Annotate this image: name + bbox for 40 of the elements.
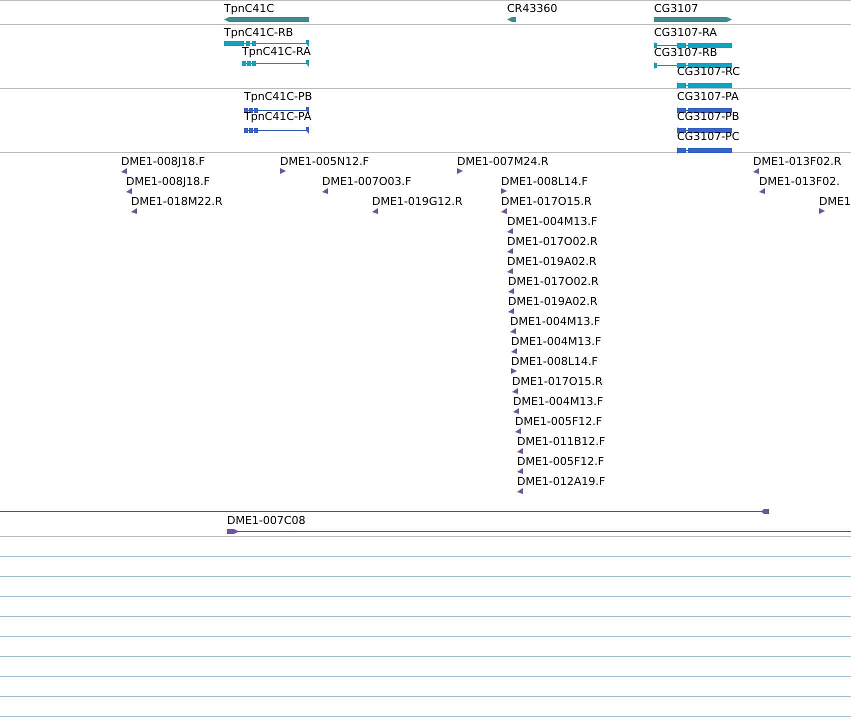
protein-label: TpnC41C-PA [244,110,312,123]
est-label: DME1-012A19.F [517,475,606,488]
gene-label: CG3107 [654,2,698,15]
protein-label: CG3107-PC [677,130,740,143]
est-label: DME1-004M13.F [513,395,604,408]
est-label: DME1-013F02. [759,175,840,188]
est-label: DME1-007O03.F [322,175,412,188]
gene-label: CR43360 [507,2,558,15]
est-label: DME1-004M13.F [507,215,598,228]
protein-label: TpnC41C-PB [244,90,312,103]
protein-label: CG3107-PB [677,110,740,123]
est-label: DME1-004M13.F [511,335,602,348]
est-label: DME1-017O02.R [508,275,599,288]
est-label: DME1 [819,195,851,208]
est-label: DME1-019A02.R [507,255,597,268]
est-label: DME1-008L14.F [501,175,588,188]
est-label: DME1-017O15.R [512,375,603,388]
est-label: DME1-007M24.R [457,155,549,168]
est-label: DME1-005F12.F [515,415,602,428]
est-label: DME1-004M13.F [510,315,600,328]
transcript-label: TpnC41C-RB [224,26,294,39]
est-label: DME1-008L14.F [511,355,598,368]
est-label: DME1-011B12.F [517,435,606,448]
est-label: DME1-005N12.F [280,155,369,168]
est-label: DME1-005F12.F [517,455,604,468]
est-label: DME1-017O15.R [501,195,592,208]
est-label: DME1-007C08 [227,514,306,527]
est-label: DME1-019G12.R [372,195,463,208]
transcript-label: CG3107-RA [654,26,717,39]
est-label: DME1-008J18.F [121,155,205,168]
est-label: DME1-013F02.R [753,155,842,168]
est-label: DME1-019A02.R [508,295,598,308]
transcript-label: CG3107-RC [677,65,740,78]
est-label: DME1-017O02.R [507,235,598,248]
gene-label: TpnC41C [224,2,274,15]
transcript-label: CG3107-RB [654,46,718,59]
transcript-label: TpnC41C-RA [242,45,311,58]
protein-label: CG3107-PA [677,90,739,103]
est-label: DME1-018M22.R [131,195,223,208]
est-label: DME1-008J18.F [126,175,210,188]
